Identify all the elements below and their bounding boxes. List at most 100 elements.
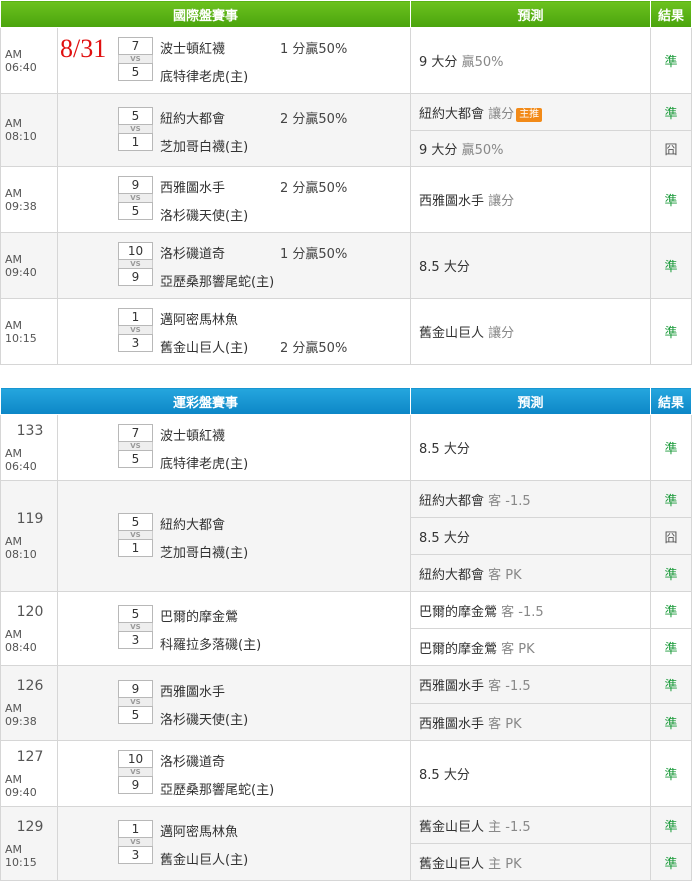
vs-label: VS: [118, 125, 153, 133]
prediction-detail: 贏50%: [461, 55, 504, 70]
match-row: AM 08:10 5 VS 1 紐約大都會 芝加哥白襪(主) 2 分贏50% 紐約大都會 讓分…: [0, 93, 693, 167]
away-team: 紐約大都會: [160, 112, 226, 127]
lottery-section-title: 運彩盤賽事: [0, 387, 412, 415]
home-team: 洛杉磯天使(主): [160, 209, 249, 224]
predict-header: 預測: [410, 0, 652, 28]
score-box: 7 VS 5: [118, 424, 153, 468]
prediction-text: 9 大分: [419, 143, 458, 158]
predict-header: 預測: [410, 387, 652, 415]
score-box: 7 VS 5: [118, 37, 153, 81]
score-box: 9 VS 5: [118, 680, 153, 724]
result-cell: 準: [650, 703, 693, 741]
prediction-text: 西雅圖水手: [419, 679, 485, 694]
home-score: 5: [118, 202, 153, 220]
match-row: AM 10:15 1 VS 3 邁阿密馬林魚 舊金山巨人(主) 2 分贏50% 舊金山巨人 讓…: [0, 298, 693, 365]
home-score: 5: [118, 450, 153, 468]
prediction-text: 紐約大都會: [419, 567, 485, 583]
prediction-text: 西雅圖水手: [419, 194, 485, 209]
prediction-text: 舊金山巨人: [419, 856, 485, 872]
away-team: 洛杉磯道奇: [160, 247, 226, 262]
match-number: 129: [16, 818, 44, 835]
result-cell: 準: [650, 591, 693, 629]
match-time-cell: 133 AM 06:40: [0, 414, 58, 481]
prediction-cell: 8.5 大分: [410, 232, 652, 299]
lottery-odds-table: 運彩盤賽事 預測 結果 133 AM 06:40 7 VS 5 波士頓紅襪底特律老虎(主)…: [0, 387, 693, 881]
prediction-text: 8.5 大分: [419, 442, 470, 457]
result-cell: 準: [650, 554, 693, 592]
away-score: 9: [118, 176, 153, 194]
away-score: 5: [118, 513, 153, 531]
match-cell: 10 VS 9 洛杉磯道奇 亞歷桑那響尾蛇(主) 1 分贏50%: [56, 232, 412, 299]
result-cell: 準: [650, 93, 693, 131]
away-team: 西雅圖水手: [160, 685, 226, 700]
handicap-odds: 2 分贏50%: [280, 112, 348, 127]
score-box: 10 VS 9: [118, 242, 153, 286]
away-score: 5: [118, 605, 153, 623]
match-time: AM 08:40: [5, 627, 37, 654]
prediction-text: 紐約大都會: [419, 106, 485, 122]
away-score: 7: [118, 37, 153, 55]
match-time-cell: 119 AM 08:10: [0, 480, 58, 592]
prediction-detail: 讓分: [488, 194, 515, 209]
match-cell: 9 VS 5 西雅圖水手 洛杉磯天使(主) 2 分贏50%: [56, 166, 412, 233]
home-score: 1: [118, 539, 153, 557]
result-header: 結果: [650, 0, 693, 28]
intl-table-header: 國際盤賽事 預測 結果: [0, 0, 693, 28]
result-cell: 準: [650, 166, 693, 233]
prediction-text: 舊金山巨人: [419, 819, 485, 835]
match-row: 119 AM 08:10 5 VS 1 紐約大都會 芝加哥白襪(主) 紐約大都會 客 -1.5…: [0, 480, 693, 592]
match-row: AM 09:38 9 VS 5 西雅圖水手 洛杉磯天使(主) 2 分贏50% 西雅圖水手 讓分…: [0, 166, 693, 233]
match-cell: 5 VS 3 巴爾的摩金鶯 科羅拉多落磯(主): [56, 591, 412, 666]
prediction-cell: 舊金山巨人 主 PK: [410, 843, 652, 881]
prediction-detail: 客 PK: [501, 641, 535, 657]
match-number: 126: [16, 678, 44, 694]
vs-label: VS: [118, 623, 153, 631]
home-team: 底特律老虎(主): [160, 70, 249, 85]
score-box: 1 VS 3: [118, 308, 153, 352]
home-score: 3: [118, 846, 153, 864]
score-box: 5 VS 1: [118, 107, 153, 151]
home-team: 科羅拉多落磯(主): [160, 638, 262, 653]
match-time: AM 09:38: [5, 186, 37, 213]
match-time: AM 06:40: [5, 47, 37, 74]
match-time-cell: AM 06:40: [0, 27, 58, 94]
home-team: 底特律老虎(主): [160, 457, 249, 472]
score-box: 10 VS 9: [118, 750, 153, 794]
prediction-cell: 9 大分 贏50%: [410, 130, 652, 167]
result-cell: 準: [650, 806, 693, 844]
handicap-odds: 1 分贏50%: [280, 42, 348, 57]
vs-label: VS: [118, 768, 153, 776]
away-team: 波士頓紅襪: [160, 429, 226, 444]
prediction-text: 8.5 大分: [419, 530, 470, 546]
match-cell: 1 VS 3 邁阿密馬林魚 舊金山巨人(主) 2 分贏50%: [56, 298, 412, 365]
home-score: 3: [118, 631, 153, 649]
prediction-cell: 8.5 大分: [410, 517, 652, 555]
home-score: 1: [118, 133, 153, 151]
home-team: 芝加哥白襪(主): [160, 546, 249, 561]
result-cell: 準: [650, 298, 693, 365]
match-cell: 10 VS 9 洛杉磯道奇 亞歷桑那響尾蛇(主): [56, 740, 412, 807]
home-score: 5: [118, 63, 153, 81]
match-cell: 5 VS 1 紐約大都會 芝加哥白襪(主): [56, 480, 412, 592]
away-team: 邁阿密馬林魚: [160, 313, 239, 328]
result-cell: 準: [650, 480, 693, 518]
away-score: 1: [118, 308, 153, 326]
away-score: 1: [118, 820, 153, 838]
result-cell: 準: [650, 27, 693, 94]
away-score: 9: [118, 680, 153, 698]
lottery-table-header: 運彩盤賽事 預測 結果: [0, 387, 693, 415]
vs-label: VS: [118, 698, 153, 706]
away-team: 邁阿密馬林魚: [160, 825, 239, 840]
vs-label: VS: [118, 55, 153, 63]
prediction-text: 巴爾的摩金鶯: [419, 604, 498, 620]
home-score: 5: [118, 706, 153, 724]
match-number: 127: [16, 748, 44, 765]
match-time-cell: AM 09:38: [0, 166, 58, 233]
result-header: 結果: [650, 387, 693, 415]
away-score: 5: [118, 107, 153, 125]
vs-label: VS: [118, 838, 153, 846]
match-time-cell: 126 AM 09:38: [0, 665, 58, 741]
match-time-cell: 129 AM 10:15: [0, 806, 58, 881]
prediction-cell: 巴爾的摩金鶯 客 PK: [410, 628, 652, 666]
home-team: 芝加哥白襪(主): [160, 140, 249, 155]
